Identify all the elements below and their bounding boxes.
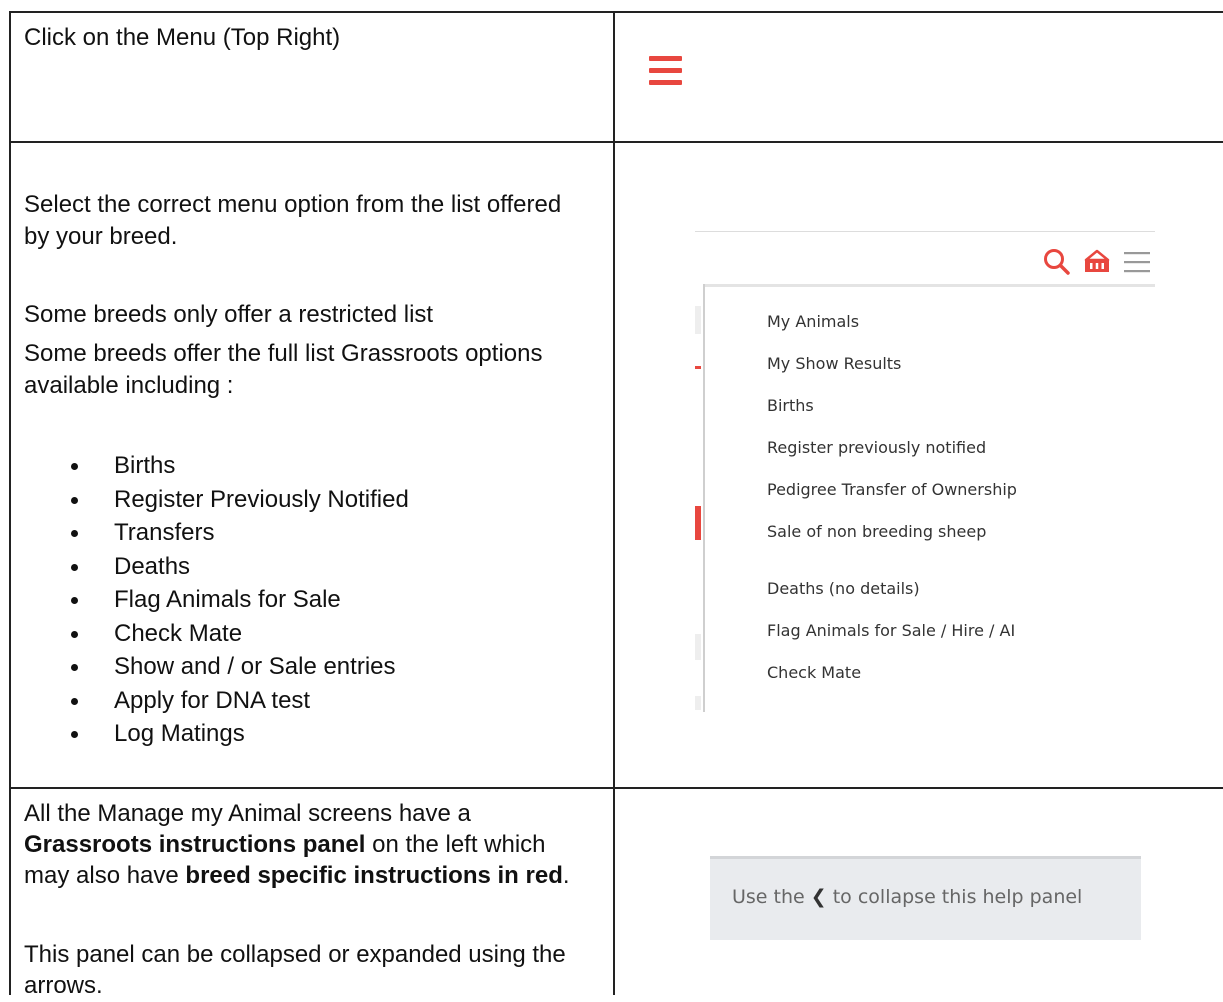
chevron-left-icon[interactable]: ❮ [811,886,827,908]
menu-item-register-previously-notified[interactable]: Register previously notified [767,438,986,457]
background-edge [695,696,701,710]
table-border-top [9,11,1223,13]
row3-line4: This panel can be collapsed or expanded … [24,941,566,968]
list-item: Register Previously Notified [24,483,409,517]
background-edge [695,306,701,334]
menu-item-births[interactable]: Births [767,396,814,415]
list-item: Flag Animals for Sale [24,583,409,617]
menu-dropdown-top-border [703,284,1155,287]
help-text-pre: Use the [732,886,811,908]
background-red-edge [695,366,701,369]
search-icon[interactable] [1043,248,1071,276]
list-item: Check Mate [24,617,409,651]
row3-line5: arrows. [24,972,103,999]
list-item: Apply for DNA test [24,684,409,718]
menu-item-check-mate[interactable]: Check Mate [767,663,861,682]
row3-line3-pre: may also have [24,862,186,889]
row2-full-note-line1: Some breeds offer the full list Grassroo… [24,340,543,367]
background-edge [695,634,701,660]
background-red-edge [695,506,701,540]
row3-line3-post: . [562,862,570,889]
menu-item-sale-non-breeding[interactable]: Sale of non breeding sheep [767,522,986,541]
list-item: Show and / or Sale entries [24,650,409,684]
row3-line1: All the Manage my Animal screens have a [24,800,471,827]
menu-item-deaths[interactable]: Deaths (no details) [767,579,920,598]
table-row-divider-1 [9,141,1223,143]
list-item: Log Matings [24,717,409,751]
help-panel-top-border [710,856,1141,859]
menu-dropdown-left-border [703,284,705,712]
options-bullet-list: Births Register Previously Notified Tran… [24,449,409,751]
row2-restricted-note: Some breeds only offer a restricted list [24,301,434,328]
row3-line2: Grassroots instructions panel on the lef… [24,829,546,861]
help-panel-screenshot: Use the ❮ to collapse this help panel [710,856,1141,940]
row2-instruction-line1: Select the correct menu option from the … [24,191,562,218]
row3-line3: may also have breed specific instruction… [24,860,570,892]
help-panel-text: Use the ❮ to collapse this help panel [732,886,1082,908]
row3-line2-rest: on the left which [365,831,546,858]
row2-instruction-line2: by your breed. [24,223,178,250]
menu-icon[interactable] [1123,249,1151,275]
table-row-divider-2 [9,787,1223,789]
row2-full-note-line2: available including : [24,372,234,399]
menu-item-my-show-results[interactable]: My Show Results [767,354,901,373]
help-text-post: to collapse this help panel [826,886,1083,908]
basket-icon[interactable] [1083,249,1111,275]
list-item: Deaths [24,550,409,584]
menu-item-flag-animals[interactable]: Flag Animals for Sale / Hire / AI [767,621,1015,640]
header-divider [695,231,1155,232]
menu-screenshot: My Animals My Show Results Births Regist… [695,226,1155,714]
menu-item-my-animals[interactable]: My Animals [767,312,859,331]
row1-instruction: Click on the Menu (Top Right) [24,24,341,51]
list-item: Births [24,449,409,483]
list-item: Transfers [24,516,409,550]
header-icons [1043,248,1151,276]
table-border-left [9,11,11,995]
bold-phrase: breed specific instructions in red [185,862,563,889]
hamburger-menu-icon[interactable] [649,56,682,85]
bold-phrase: Grassroots instructions panel [24,831,366,858]
menu-item-pedigree-transfer[interactable]: Pedigree Transfer of Ownership [767,480,1017,499]
table-column-divider [613,11,615,995]
